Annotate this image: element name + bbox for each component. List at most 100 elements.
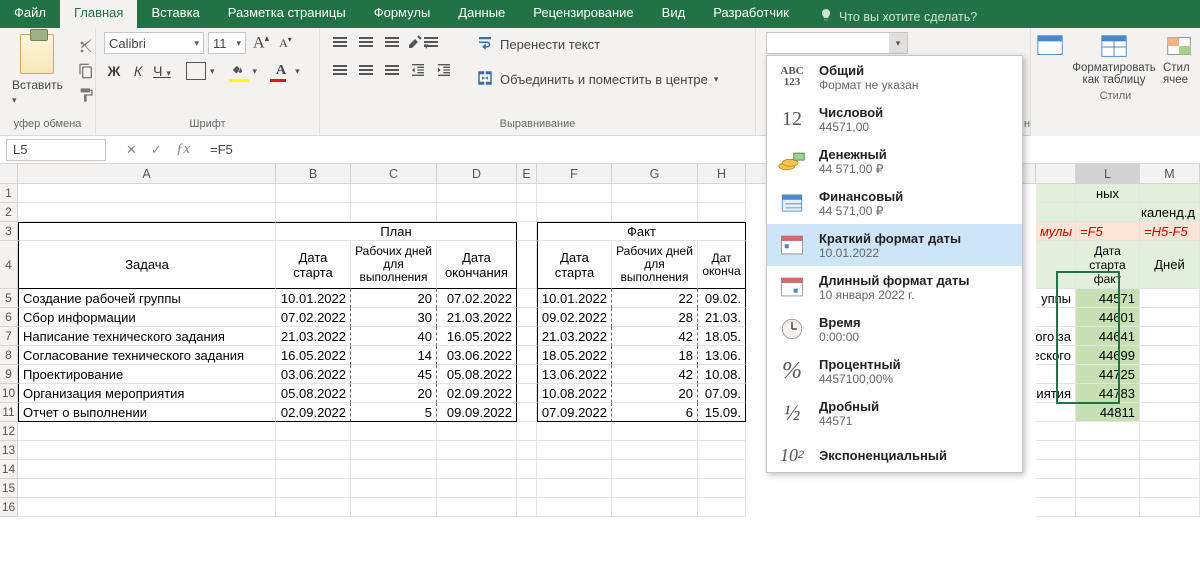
cell[interactable]: уппы: [1036, 289, 1076, 308]
cell[interactable]: 30: [351, 308, 437, 327]
cell[interactable]: [537, 460, 612, 479]
cell[interactable]: Отчет о выполнении: [18, 403, 276, 422]
name-box[interactable]: L5: [6, 139, 106, 161]
cell[interactable]: [1140, 327, 1200, 346]
cell[interactable]: [18, 422, 276, 441]
cell[interactable]: [276, 460, 351, 479]
cell[interactable]: 10.08.2022: [537, 384, 612, 403]
cell[interactable]: [276, 422, 351, 441]
col-E[interactable]: E: [517, 164, 537, 183]
row-header[interactable]: 3: [0, 222, 18, 241]
fx-icon[interactable]: ƒx: [176, 141, 190, 158]
cell[interactable]: 18.05.2022: [537, 346, 612, 365]
cell[interactable]: [1140, 441, 1200, 460]
cell[interactable]: [1076, 422, 1140, 441]
cell[interactable]: 09.02.2022: [537, 308, 612, 327]
row-header[interactable]: 9: [0, 365, 18, 384]
cell[interactable]: [1140, 422, 1200, 441]
row-header[interactable]: 1: [0, 184, 18, 203]
row-header[interactable]: 16: [0, 498, 18, 517]
cell[interactable]: [517, 422, 537, 441]
cell[interactable]: 21.03.: [698, 308, 746, 327]
align-middle-icon[interactable]: [354, 32, 378, 52]
cell[interactable]: 42: [612, 365, 698, 384]
fmt-number[interactable]: 12 Числовой44571,00: [767, 98, 1022, 140]
cell[interactable]: 03.06.2022: [437, 346, 517, 365]
cell[interactable]: 6: [612, 403, 698, 422]
cell[interactable]: 44725: [1076, 365, 1140, 384]
cell[interactable]: Рабочих дней для выполнения: [612, 241, 698, 289]
cell[interactable]: [351, 498, 437, 517]
cell[interactable]: [1076, 479, 1140, 498]
cell[interactable]: 03.06.2022: [276, 365, 351, 384]
cell[interactable]: [517, 203, 537, 222]
decrease-font-icon[interactable]: A▾: [276, 35, 295, 51]
cell[interactable]: [537, 184, 612, 203]
cell[interactable]: [698, 479, 746, 498]
cell[interactable]: [437, 184, 517, 203]
cell[interactable]: [351, 460, 437, 479]
cell[interactable]: 14: [351, 346, 437, 365]
row-header[interactable]: 6: [0, 308, 18, 327]
col-H[interactable]: H: [698, 164, 746, 183]
enter-icon[interactable]: ✓: [151, 142, 162, 158]
col-L[interactable]: L: [1076, 164, 1140, 183]
tab-formulas[interactable]: Формулы: [360, 0, 445, 28]
merge-center-button[interactable]: Объединить и поместить в центре ▾: [470, 67, 724, 92]
cell[interactable]: [18, 498, 276, 517]
cell[interactable]: [1140, 308, 1200, 327]
cell[interactable]: [698, 441, 746, 460]
cell[interactable]: [1036, 365, 1076, 384]
wrap-text-button[interactable]: Перенести текст: [470, 32, 724, 57]
cell[interactable]: ческого: [1036, 346, 1076, 365]
cell[interactable]: [1076, 498, 1140, 517]
cell[interactable]: [1140, 365, 1200, 384]
cell[interactable]: 07.02.2022: [276, 308, 351, 327]
row-header[interactable]: 14: [0, 460, 18, 479]
cell[interactable]: [612, 422, 698, 441]
align-right-icon[interactable]: [380, 60, 404, 80]
col-F[interactable]: F: [537, 164, 612, 183]
cell-styles-button[interactable]: Стил ячее: [1163, 32, 1196, 86]
cell[interactable]: [351, 184, 437, 203]
cell[interactable]: [537, 441, 612, 460]
cell[interactable]: [517, 289, 537, 308]
cell[interactable]: [612, 498, 698, 517]
cell[interactable]: [1036, 422, 1076, 441]
cell[interactable]: [1036, 441, 1076, 460]
cell[interactable]: [1036, 479, 1076, 498]
cell[interactable]: 02.09.2022: [276, 403, 351, 422]
tab-data[interactable]: Данные: [444, 0, 519, 28]
cell[interactable]: [1140, 460, 1200, 479]
cell[interactable]: Дата старта: [537, 241, 612, 289]
cell[interactable]: [517, 403, 537, 422]
chevron-down-icon[interactable]: ▾: [889, 33, 907, 53]
tab-page-layout[interactable]: Разметка страницы: [214, 0, 360, 28]
format-as-table-button[interactable]: Форматировать как таблицу: [1069, 32, 1159, 86]
cell[interactable]: 5: [351, 403, 437, 422]
cell[interactable]: Сбор информации: [18, 308, 276, 327]
cell[interactable]: 21.03.2022: [437, 308, 517, 327]
cell[interactable]: 16.05.2022: [276, 346, 351, 365]
cell[interactable]: [517, 184, 537, 203]
cell[interactable]: 05.08.2022: [276, 384, 351, 403]
cell[interactable]: 44571: [1076, 289, 1140, 308]
align-center-icon[interactable]: [354, 60, 378, 80]
cell[interactable]: [18, 460, 276, 479]
cell[interactable]: [437, 422, 517, 441]
cell[interactable]: 10.01.2022: [537, 289, 612, 308]
cell[interactable]: [1036, 241, 1076, 289]
cell[interactable]: [517, 346, 537, 365]
cell[interactable]: [1036, 498, 1076, 517]
cell[interactable]: 13.06.: [698, 346, 746, 365]
decrease-indent-icon[interactable]: [406, 60, 430, 80]
cell[interactable]: 22: [612, 289, 698, 308]
copy-icon[interactable]: [75, 60, 97, 82]
cell[interactable]: [517, 365, 537, 384]
increase-indent-icon[interactable]: [432, 60, 456, 80]
number-format-select[interactable]: ▾: [766, 32, 908, 54]
cell[interactable]: [276, 479, 351, 498]
cell[interactable]: Задача: [18, 241, 276, 289]
row-header[interactable]: 8: [0, 346, 18, 365]
cell[interactable]: [517, 327, 537, 346]
